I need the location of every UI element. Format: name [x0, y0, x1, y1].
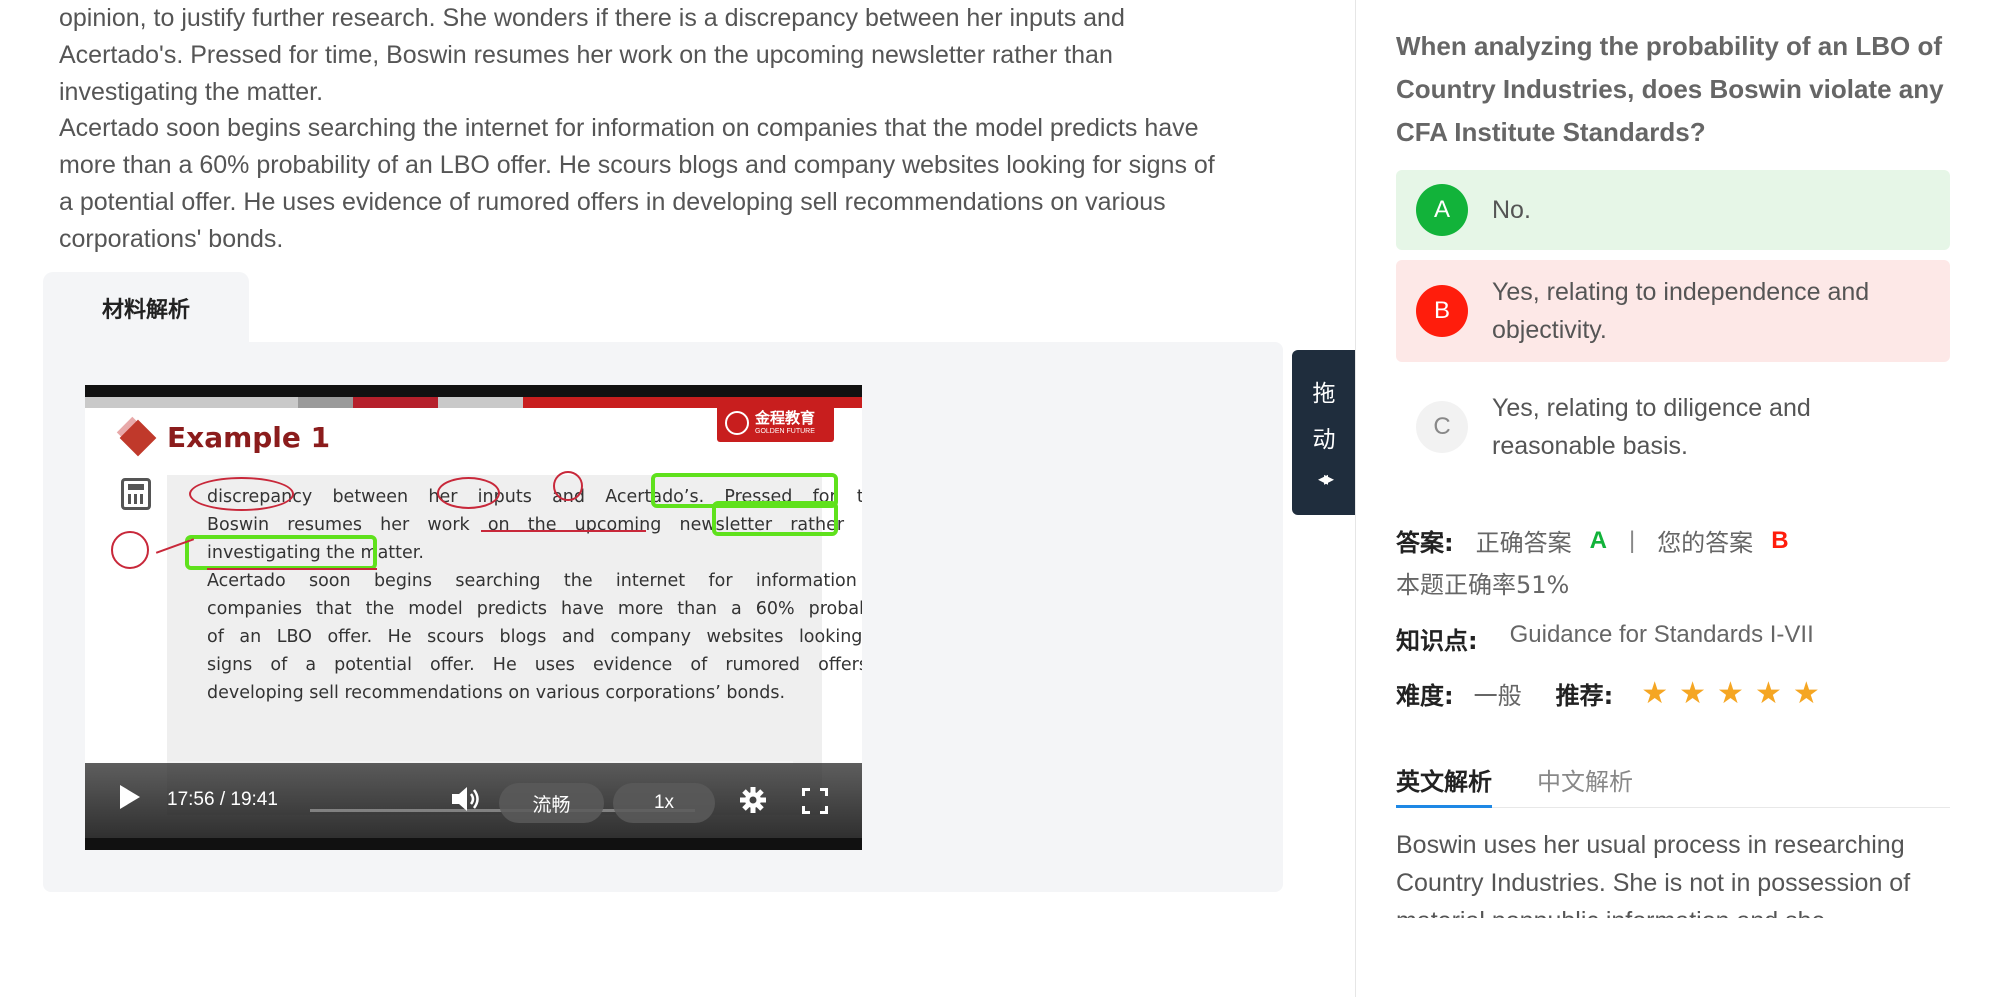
pen-underline: [481, 530, 646, 532]
volume-icon[interactable]: [450, 785, 482, 813]
correct-rate: 本题正确率51%: [1396, 571, 1570, 599]
correct-answer-value: A: [1589, 526, 1607, 554]
question-column: When analyzing the probability of an LBO…: [1356, 0, 2000, 997]
drag-handle-char: 动: [1312, 427, 1336, 453]
video-controls: 17:56 / 19:41 流畅 1x: [85, 763, 862, 838]
analysis-text: Boswin uses her usual process in researc…: [1396, 831, 1911, 918]
gear-icon[interactable]: [739, 786, 767, 814]
slide-line: Acertado soon begins searching the inter…: [207, 571, 862, 591]
option-key-badge: C: [1416, 401, 1468, 453]
pen-underline: [207, 568, 377, 570]
knowledge-point-row: 知识点: Guidance for Standards I-VII: [1396, 621, 1814, 656]
passage-line: more than a 60% probability of an LBO of…: [59, 151, 1215, 180]
pen-circle: [111, 531, 149, 569]
difficulty-value: 一般: [1473, 682, 1522, 710]
star-icon: ★: [1679, 676, 1707, 710]
option-b[interactable]: B Yes, relating to independence and obje…: [1396, 260, 1950, 362]
tab-chinese-analysis[interactable]: 中文解析: [1537, 758, 1633, 808]
video-bottom-strip: [85, 838, 862, 850]
pen-circle: [553, 471, 583, 501]
video-time: 17:56 / 19:41: [167, 789, 278, 810]
passage-line: Acertado's. Pressed for time, Boswin res…: [59, 40, 1113, 69]
passage-line: Acertado soon begins searching the inter…: [59, 114, 1199, 143]
option-a[interactable]: A No.: [1396, 170, 1950, 250]
knowledge-point-value[interactable]: Guidance for Standards I-VII: [1510, 621, 1814, 656]
play-icon[interactable]: [120, 785, 140, 809]
star-icon: ★: [1717, 676, 1744, 710]
difficulty-row: 难度: 一般 推荐: ★ ★ ★ ★ ★: [1396, 676, 1820, 711]
answer-label: 答案:: [1396, 529, 1454, 557]
passage-line: corporations' bonds.: [59, 224, 284, 253]
option-text: Yes, relating to diligence and reasonabl…: [1492, 394, 1811, 460]
star-icon: ★: [1641, 676, 1669, 710]
drag-handle-char: 拖: [1312, 381, 1336, 407]
recommend-stars: ★ ★ ★ ★ ★: [1641, 676, 1820, 710]
option-key-badge: B: [1416, 285, 1468, 337]
logo-cn-text: 金程教育: [755, 408, 816, 427]
slide-line: signs of a potential offer. He uses evid…: [207, 655, 862, 675]
slide-line: of an LBO offer. He scours blogs and com…: [207, 627, 862, 647]
passage-line: investigating the matter.: [59, 77, 324, 106]
correct-answer-label: 正确答案: [1475, 529, 1572, 557]
highlight-box: [185, 535, 377, 570]
pen-circle: [189, 477, 294, 511]
knowledge-point-label: 知识点:: [1396, 627, 1478, 655]
slide-line: companies that the model predicts have m…: [207, 599, 862, 619]
slide-diamond-icon: [119, 419, 157, 457]
option-text: No.: [1492, 196, 1531, 224]
option-key-badge: A: [1416, 184, 1468, 236]
calculator-icon: [121, 478, 151, 510]
star-icon: ★: [1792, 676, 1820, 710]
pen-circle: [437, 477, 500, 509]
answer-separator: |: [1628, 526, 1636, 554]
star-icon: ★: [1754, 676, 1782, 710]
your-answer-label: 您的答案: [1657, 529, 1754, 557]
video-top-strip: [85, 385, 862, 397]
slide-title: Example 1: [167, 421, 331, 454]
video-frame: Example 1 金程教育 GOLDEN FUTURE discrepancy…: [85, 385, 862, 850]
your-answer-value: B: [1771, 526, 1789, 554]
tab-english-analysis[interactable]: 英文解析: [1396, 758, 1492, 808]
highlight-box: [712, 501, 838, 536]
resize-arrows-icon: ◂▸: [1317, 466, 1334, 490]
speed-button[interactable]: 1x: [613, 783, 715, 823]
drag-handle[interactable]: 拖 动 ◂▸: [1292, 350, 1356, 515]
golden-future-logo: 金程教育 GOLDEN FUTURE: [717, 403, 834, 442]
slide-line: developing sell recommendations on vario…: [207, 683, 786, 703]
passage-text: opinion, to justify further research. Sh…: [59, 0, 1299, 258]
option-text: Yes, relating to independence and object…: [1492, 278, 1870, 344]
logo-mark-icon: [725, 410, 749, 435]
material-analysis-tab[interactable]: 材料解析: [43, 272, 249, 344]
quality-button[interactable]: 流畅: [499, 783, 604, 823]
answer-row: 答案: 正确答案 A | 您的答案 B: [1396, 523, 1789, 558]
material-column: opinion, to justify further research. Sh…: [0, 0, 1352, 997]
question-text: When analyzing the probability of an LBO…: [1396, 31, 1944, 147]
analysis-tabs: 英文解析 中文解析: [1396, 758, 1950, 808]
logo-en-text: GOLDEN FUTURE: [755, 427, 815, 435]
difficulty-label: 难度:: [1396, 682, 1454, 710]
fullscreen-icon[interactable]: [802, 788, 828, 814]
passage-line: opinion, to justify further research. Sh…: [59, 4, 1125, 32]
option-c[interactable]: C Yes, relating to diligence and reasona…: [1396, 376, 1950, 478]
recommend-label: 推荐:: [1555, 682, 1614, 710]
video-player[interactable]: Example 1 金程教育 GOLDEN FUTURE discrepancy…: [85, 385, 862, 850]
passage-line: a potential offer. He uses evidence of r…: [59, 187, 1166, 216]
